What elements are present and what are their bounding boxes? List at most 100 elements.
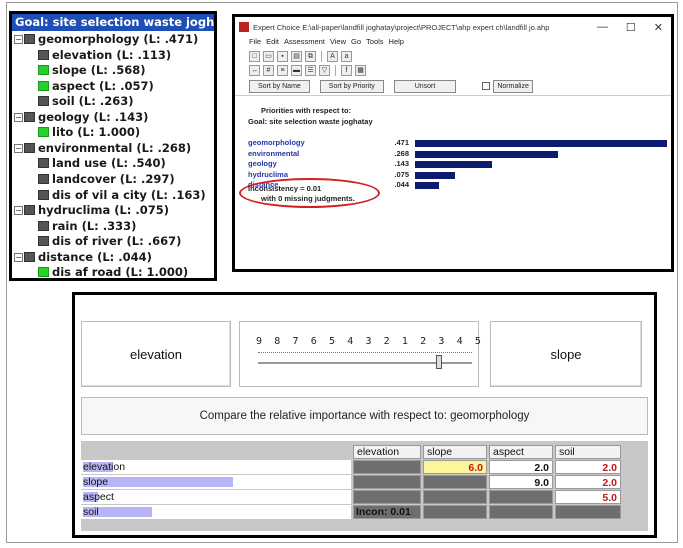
tree-criterion[interactable]: − hydruclima (L: .075) <box>14 202 169 219</box>
matrix-row-label: aspect <box>81 490 351 504</box>
node-icon <box>24 205 35 216</box>
matrix-cell <box>423 505 487 519</box>
calculator-icon[interactable]: ▦ <box>355 64 366 76</box>
priority-bar <box>415 171 456 179</box>
sort-by-priority-button[interactable]: Sort by Priority <box>319 79 384 93</box>
node-icon <box>38 65 49 76</box>
tree-node-label: dis of river (L: .667) <box>52 234 182 249</box>
font-decrease-icon[interactable]: a <box>341 50 352 62</box>
matrix-cell <box>489 490 553 504</box>
formula-icon[interactable]: f <box>341 64 352 76</box>
tree-criterion[interactable]: − geology (L: .143) <box>14 109 148 126</box>
matrix-column-header: aspect <box>489 445 553 459</box>
graph-icon[interactable]: ▬ <box>291 64 302 76</box>
tree-subcriterion[interactable]: dis af road (L: 1.000) <box>38 264 189 280</box>
priority-value: .268 <box>394 148 409 158</box>
menu-tools[interactable]: Tools <box>366 37 384 49</box>
collapse-icon[interactable]: − <box>14 206 23 216</box>
node-icon <box>38 189 49 200</box>
right-element-box: slope <box>490 321 642 387</box>
comparison-matrix: elevation slope aspect soil elevation 6.0 2.0 2… <box>81 441 648 531</box>
minimize-icon[interactable]: — <box>597 21 608 34</box>
tree-criterion[interactable]: − geomorphology (L: .471) <box>14 31 198 48</box>
tree-node-label: slope (L: .568) <box>52 63 146 78</box>
open-folder-icon[interactable]: ▭ <box>263 50 274 62</box>
left-element-label: elevation <box>129 346 183 362</box>
tree-subcriterion[interactable]: elevation (L: .113) <box>38 47 171 64</box>
pairwise-icon[interactable]: ↔ <box>249 64 260 76</box>
row-label-text: slope <box>83 476 109 488</box>
tree-node-label: hydruclima (L: .075) <box>38 203 170 218</box>
tree-subcriterion[interactable]: dis of river (L: .667) <box>38 233 181 250</box>
tree-criterion[interactable]: − distance (L: .044) <box>14 249 152 266</box>
print-icon[interactable]: ▤ <box>291 50 302 62</box>
node-icon <box>38 173 49 184</box>
sort-by-name-button[interactable]: Sort by Name <box>249 79 310 93</box>
menu-go[interactable]: Go <box>351 37 361 49</box>
tree-subcriterion[interactable]: rain (L: .333) <box>38 218 136 235</box>
node-icon <box>38 127 49 138</box>
maximize-icon[interactable]: ☐ <box>626 21 636 34</box>
matrix-cell[interactable]: 9.0 <box>489 475 553 489</box>
abc-icon[interactable]: ≡ <box>277 64 288 76</box>
sort-bar: Sort by Name Sort by Priority Unsort Nor… <box>235 77 671 95</box>
tree-subcriterion[interactable]: dis of vil a city (L: .163) <box>38 187 206 204</box>
matrix-cell[interactable]: 2.0 <box>489 460 553 474</box>
priority-value: .044 <box>394 180 409 189</box>
new-file-icon[interactable]: □ <box>249 50 260 62</box>
node-icon <box>24 142 35 153</box>
font-increase-icon[interactable]: A <box>327 50 338 62</box>
matrix-row-label: soil <box>81 505 351 519</box>
priorities-view: Priorities with respect to: Goal: site s… <box>235 95 671 269</box>
unsort-button[interactable]: Unsort <box>393 79 457 93</box>
tree-node-label: dis af road (L: 1.000) <box>52 265 189 280</box>
scale-slider-thumb[interactable] <box>436 355 442 369</box>
tree-subcriterion[interactable]: landcover (L: .297) <box>38 171 175 188</box>
close-icon[interactable]: ✕ <box>654 21 663 34</box>
list-icon[interactable]: ☰ <box>305 64 316 76</box>
matrix-cell[interactable]: 2.0 <box>555 475 621 489</box>
tree-subcriterion[interactable]: aspect (L: .057) <box>38 78 154 95</box>
priority-bar <box>415 140 667 147</box>
window-titlebar: Expert Choice E:\all-paper\landfill jogh… <box>235 17 671 37</box>
priority-name: environmental <box>248 148 300 158</box>
filter-icon[interactable]: ▽ <box>319 64 330 76</box>
menu-help[interactable]: Help <box>389 37 404 49</box>
menu-view[interactable]: View <box>330 37 346 49</box>
tree-node-label: soil (L: .263) <box>52 94 134 109</box>
menu-bar: File Edit Assessment View Go Tools Help <box>235 37 671 49</box>
matrix-cell[interactable]: 2.0 <box>555 460 621 474</box>
collapse-icon[interactable]: − <box>14 252 23 262</box>
menu-file[interactable]: File <box>249 37 261 49</box>
tree-subcriterion[interactable]: soil (L: .263) <box>38 93 133 110</box>
save-icon[interactable]: ▪ <box>277 50 288 62</box>
collapse-icon[interactable]: − <box>14 143 23 153</box>
matrix-cell <box>423 490 487 504</box>
normalize-label: Normalize <box>493 79 533 93</box>
menu-edit[interactable]: Edit <box>266 37 279 49</box>
normalize-checkbox[interactable]: Normalize <box>482 79 533 93</box>
priority-name: geology <box>248 159 277 168</box>
scale-ticks <box>258 352 472 353</box>
checkbox-box[interactable] <box>482 82 491 90</box>
tree-subcriterion[interactable]: lito (L: 1.000) <box>38 124 140 141</box>
tree-node-label: land use (L: .540) <box>52 156 166 171</box>
tree-criterion[interactable]: − environmental (L: .268) <box>14 140 191 157</box>
highlight-ellipse <box>239 178 380 208</box>
matrix-cell[interactable]: 6.0 <box>423 460 487 474</box>
matrix-cell[interactable]: 5.0 <box>555 490 621 504</box>
tree-subcriterion[interactable]: slope (L: .568) <box>38 62 146 79</box>
numeric-icon[interactable]: # <box>263 64 274 76</box>
menu-assessment[interactable]: Assessment <box>284 37 325 49</box>
collapse-icon[interactable]: − <box>14 112 23 122</box>
caption-text: Compare the relative importance with res… <box>199 410 530 422</box>
tree-goal-node[interactable]: Goal: site selection waste joghatay <box>12 14 214 31</box>
copy-icon[interactable]: ⧉ <box>305 50 316 62</box>
node-icon <box>38 236 49 247</box>
tree-subcriterion[interactable]: land use (L: .540) <box>38 155 166 172</box>
priority-bar <box>415 150 559 158</box>
verbal-scale: 9 8 7 6 5 4 3 2 1 2 3 4 5 6 7 8 9 <box>239 321 554 387</box>
comparison-caption: Compare the relative importance with res… <box>81 397 648 435</box>
collapse-icon[interactable]: − <box>14 35 23 44</box>
toolbar-separator <box>335 64 336 76</box>
